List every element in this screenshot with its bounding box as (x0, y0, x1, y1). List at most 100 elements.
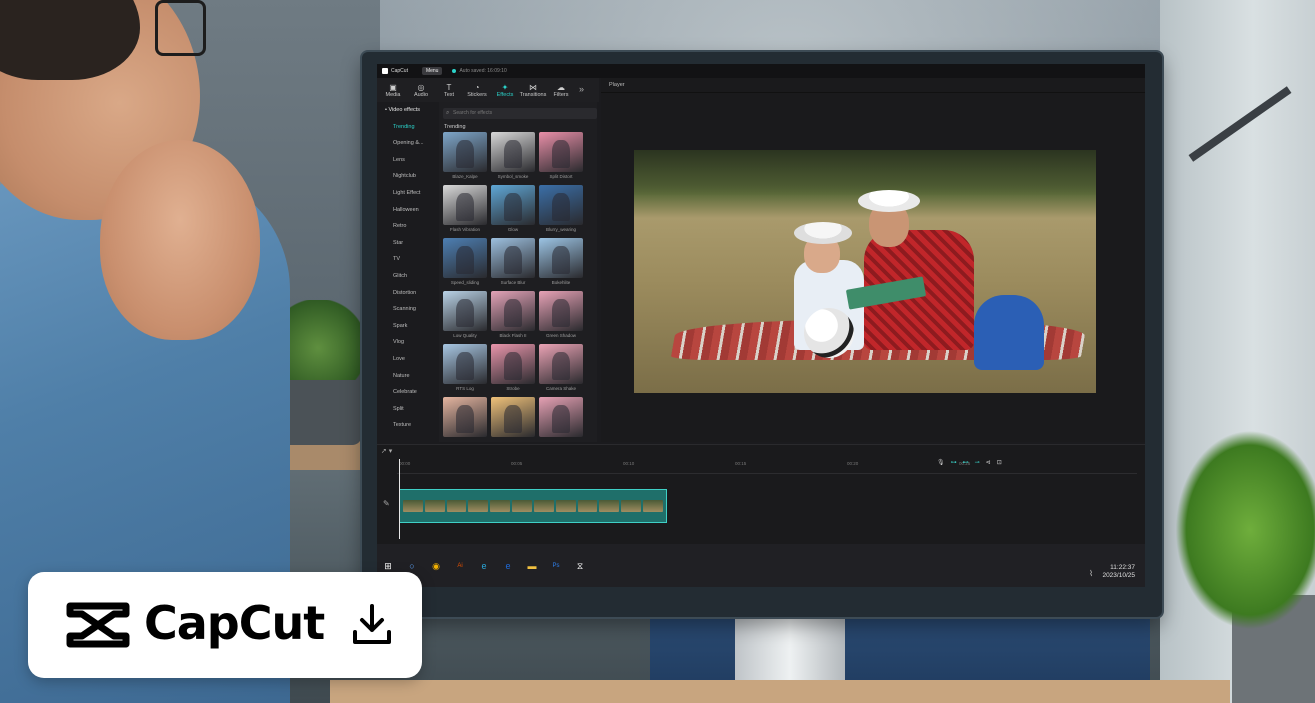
sidebar-item[interactable]: Trending (377, 119, 437, 136)
mic-icon[interactable]: 🎙 (937, 459, 945, 466)
effect-preview-image (491, 344, 535, 384)
edge-icon[interactable]: e (477, 559, 491, 573)
sidebar-item[interactable]: Lens (377, 152, 437, 169)
sidebar-item[interactable]: Opening &... (377, 135, 437, 152)
capcut-taskbar-icon[interactable]: ⧖ (573, 559, 587, 573)
effect-label: Green Shadow (545, 333, 577, 338)
sidebar-item[interactable]: Light Effect (377, 185, 437, 202)
sidebar-item[interactable]: Glitch (377, 268, 437, 285)
sidebar-item[interactable]: Nature (377, 368, 437, 385)
track-edit-icon[interactable]: ✎ (383, 499, 390, 508)
sidebar-item[interactable]: Celebrate (377, 384, 437, 401)
illustrator-icon[interactable]: Ai (453, 559, 467, 573)
tab-audio[interactable]: ◎ Audio (407, 78, 435, 102)
edge-blue-icon[interactable]: e (501, 559, 515, 573)
folder-icon[interactable]: ▬ (525, 559, 539, 573)
effect-thumbnail[interactable]: Black Flash II (491, 291, 535, 344)
effect-thumbnail[interactable]: Low Quality (443, 291, 487, 344)
effect-thumbnail[interactable] (491, 397, 535, 450)
timeline-controls: 🎙 ⊶ ⊷ ⊸ ⊲ ⊡ (937, 459, 1002, 466)
zoom-icon[interactable]: ⊡ (997, 459, 1002, 466)
effect-figure (552, 193, 570, 221)
windows-icon[interactable]: ⊞ (381, 559, 395, 573)
clip-frame (403, 500, 423, 512)
preview-axis-icon[interactable]: ⊸ (975, 459, 980, 466)
effect-label: Blurry_wearing (545, 227, 576, 232)
tab-effects[interactable]: ✦ Effects (491, 78, 519, 102)
effect-thumbnail[interactable]: RTS Log (443, 344, 487, 397)
effect-preview-image (539, 132, 583, 172)
preview-backpack (974, 295, 1044, 370)
effect-thumbnail[interactable]: Flash Vibration (443, 185, 487, 238)
effect-thumbnail[interactable]: Blurry_wearing (539, 185, 583, 238)
sidebar-item[interactable]: Retro (377, 218, 437, 235)
sidebar-item[interactable]: Halloween (377, 202, 437, 219)
sidebar-item[interactable]: Star (377, 235, 437, 252)
download-icon[interactable] (350, 602, 394, 648)
effect-preview-image (491, 185, 535, 225)
sidebar-item[interactable]: Love (377, 351, 437, 368)
tab-text[interactable]: T Text (435, 78, 463, 102)
tab-label: Transitions (519, 91, 547, 98)
capcut-download-badge[interactable]: CapCut (28, 572, 422, 678)
sidebar-item[interactable]: Vlog (377, 334, 437, 351)
search-icon[interactable]: ○ (405, 559, 419, 573)
network-icon[interactable]: ⌇ (1089, 569, 1093, 578)
menu-button[interactable]: Menu (421, 67, 443, 75)
tab-label: Audio (413, 91, 429, 98)
sidebar-item[interactable]: Scanning (377, 301, 437, 318)
photoshop-icon[interactable]: Ps (549, 559, 563, 573)
effect-thumbnail[interactable]: Bokehlite (539, 238, 583, 291)
effect-thumbnail[interactable]: Surface Blur (491, 238, 535, 291)
more-tools-icon[interactable]: » (579, 84, 584, 94)
effect-preview-image (539, 185, 583, 225)
chrome-icon[interactable]: ◉ (429, 559, 443, 573)
sidebar-item[interactable]: Distortion (377, 285, 437, 302)
sidebar-header-video-effects[interactable]: • Video effects (377, 102, 437, 119)
snap-icon[interactable]: ⊷ (963, 459, 969, 466)
timeline-tick: 00:05 (511, 461, 523, 466)
effect-figure (456, 299, 474, 327)
split-icon[interactable]: ⊲ (986, 459, 991, 466)
tab-filters[interactable]: ☁ Filters (547, 78, 575, 102)
select-tool-icon[interactable]: ➚ ▾ (381, 447, 392, 455)
sidebar-item[interactable]: Spark (377, 318, 437, 335)
effect-thumbnail[interactable]: Blaze_Kalpe (443, 132, 487, 185)
taskbar-clock[interactable]: 11:22:37 2023/10/25 (1102, 564, 1135, 580)
transitions-icon: ⋈ (529, 82, 537, 92)
effect-thumbnail[interactable]: Strobe (491, 344, 535, 397)
effect-thumbnail[interactable]: Speed_sliding (443, 238, 487, 291)
sidebar-item[interactable]: Nightclub (377, 168, 437, 185)
video-preview[interactable] (634, 150, 1096, 393)
effect-preview-image (443, 344, 487, 384)
effect-thumbnail[interactable] (539, 397, 583, 450)
sidebar-item[interactable]: TV (377, 251, 437, 268)
search-placeholder: Search for effects (453, 110, 493, 116)
effect-thumbnail[interactable]: Split Distort (539, 132, 583, 185)
effect-figure (552, 405, 570, 433)
effect-thumbnail[interactable]: Symbol_smoke (491, 132, 535, 185)
tab-stickers[interactable]: ◔ Stickers (463, 78, 491, 102)
clock-time: 11:22:37 (1110, 564, 1135, 571)
clip-frame (512, 500, 532, 512)
tab-media[interactable]: ▣ Media (379, 78, 407, 102)
text-icon: T (446, 82, 452, 92)
effect-figure (456, 140, 474, 168)
effect-label: RTS Log (456, 386, 474, 391)
tab-transitions[interactable]: ⋈ Transitions (519, 78, 547, 102)
search-input[interactable]: ⌕ Search for effects (443, 108, 597, 119)
timeline-ruler[interactable]: 00:00 00:05 00:10 00:15 00:20 00:25 (397, 459, 1137, 474)
effect-thumbnail[interactable] (443, 397, 487, 450)
clip-frame (643, 500, 663, 512)
effect-figure (504, 140, 522, 168)
sidebar-item[interactable]: Split (377, 401, 437, 418)
link-icon[interactable]: ⊶ (951, 459, 957, 466)
effect-thumbnail[interactable]: Green Shadow (539, 291, 583, 344)
sidebar-item[interactable]: Texture (377, 417, 437, 434)
effect-thumbnail[interactable]: Glow (491, 185, 535, 238)
video-clip[interactable] (399, 489, 667, 523)
clip-frame (446, 500, 467, 512)
preview-trees (634, 150, 1096, 195)
effect-thumbnail[interactable]: Camera Shake (539, 344, 583, 397)
playhead[interactable] (399, 459, 400, 539)
